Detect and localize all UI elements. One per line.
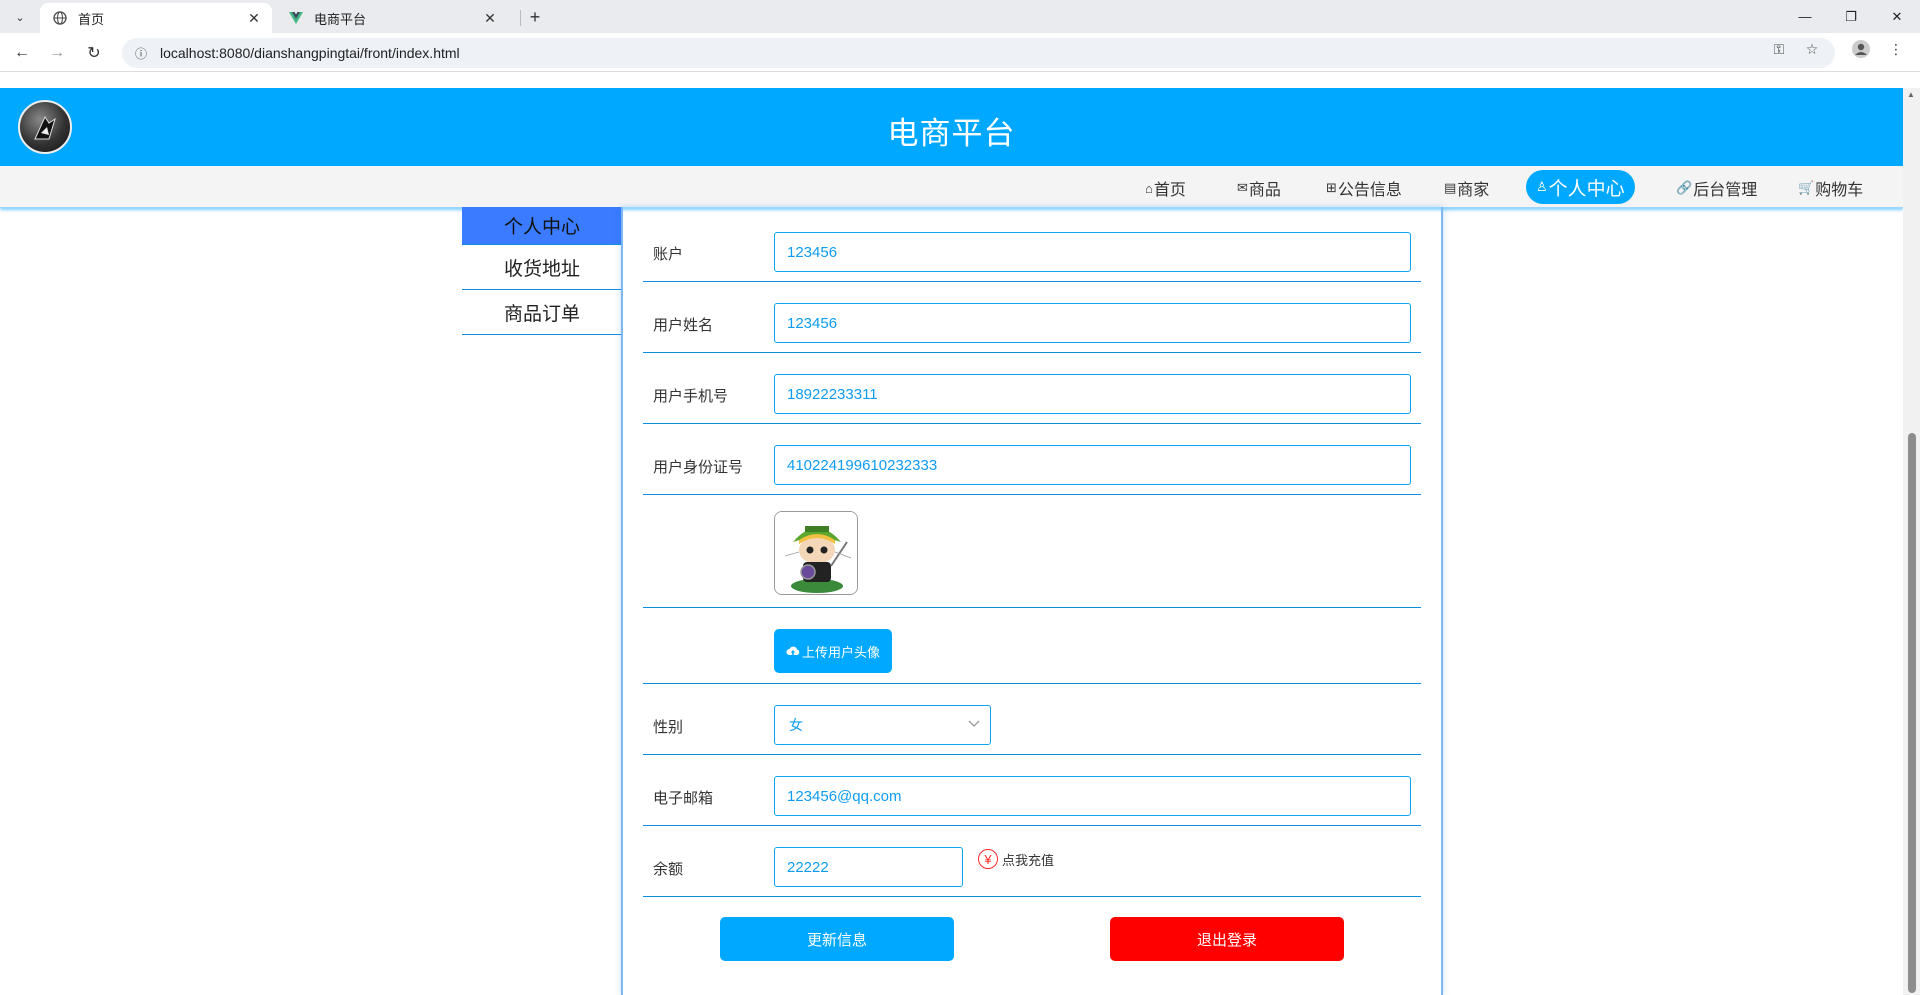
scroll-up-arrow-icon[interactable]: ▲ bbox=[1907, 90, 1915, 99]
balance-input[interactable]: 22222 bbox=[774, 847, 963, 887]
url-text: localhost:8080/dianshangpingtai/front/in… bbox=[160, 45, 460, 61]
vue-icon bbox=[288, 10, 304, 26]
nav-label: 购物车 bbox=[1815, 182, 1864, 199]
form-row-id-card: 用户身份证号 410224199610232333 bbox=[643, 424, 1421, 495]
sidebar-item-orders[interactable]: 商品订单 bbox=[462, 290, 622, 335]
calendar-icon: ▤ bbox=[1444, 180, 1457, 195]
site-info-icon[interactable]: ⓘ bbox=[126, 45, 156, 62]
nav-label: 公告信息 bbox=[1337, 182, 1402, 199]
account-input[interactable]: 123456 bbox=[774, 232, 1411, 272]
tab-list-chevron-icon[interactable]: ⌄ bbox=[8, 6, 32, 28]
nav-notices[interactable]: ⊞ 公告信息 bbox=[1326, 173, 1402, 203]
browser-tab-bar: ⌄ 首页 ✕ 电商平台 ✕ + — ❐ ✕ bbox=[0, 0, 1920, 33]
site-header: 电商平台 bbox=[0, 88, 1903, 166]
user-avatar[interactable] bbox=[774, 511, 858, 595]
recharge-link[interactable]: ¥ 点我充值 bbox=[978, 849, 1054, 869]
minimize-icon[interactable]: — bbox=[1782, 0, 1828, 33]
phone-label: 用户手机号 bbox=[653, 388, 729, 405]
forward-arrow-icon[interactable]: → bbox=[45, 41, 69, 65]
nav-personal-center[interactable]: ♙ 个人中心 bbox=[1526, 170, 1635, 204]
form-row-upload: 上传用户头像 bbox=[643, 608, 1421, 684]
home-icon: ⌂ bbox=[1145, 180, 1153, 196]
page-scrollbar[interactable]: ▲ bbox=[1903, 88, 1920, 995]
tab-title: 电商平台 bbox=[314, 11, 367, 27]
yen-icon: ¥ bbox=[978, 849, 998, 869]
email-input[interactable]: 123456@qq.com bbox=[774, 776, 1411, 816]
tab-separator bbox=[520, 10, 521, 26]
name-input[interactable]: 123456 bbox=[774, 303, 1411, 343]
email-label: 电子邮箱 bbox=[653, 790, 714, 807]
upload-label: 上传用户头像 bbox=[801, 644, 880, 660]
form-row-gender: 性别 女 bbox=[643, 684, 1421, 755]
profile-icon[interactable] bbox=[1851, 39, 1871, 59]
scroll-thumb[interactable] bbox=[1908, 433, 1916, 993]
cloud-upload-icon bbox=[786, 645, 800, 657]
nav-label: 个人中心 bbox=[1548, 178, 1625, 200]
nav-label: 首页 bbox=[1153, 182, 1186, 199]
logout-button[interactable]: 退出登录 bbox=[1110, 917, 1344, 961]
id-card-label: 用户身份证号 bbox=[653, 459, 744, 476]
cart-icon: 🛒 bbox=[1798, 180, 1815, 195]
nav-admin[interactable]: 🔗 后台管理 bbox=[1676, 173, 1757, 203]
main-nav: ⌂ 首页 ✉ 商品 ⊞ 公告信息 ▤ 商家 ♙ 个人中心 🔗 后台管理 🛒 购物车 bbox=[0, 166, 1903, 208]
id-card-input[interactable]: 410224199610232333 bbox=[774, 445, 1411, 485]
form-row-name: 用户姓名 123456 bbox=[643, 282, 1421, 353]
key-icon[interactable]: ⚿ bbox=[1769, 39, 1789, 59]
reload-icon[interactable]: ↻ bbox=[82, 41, 106, 65]
chevron-down-icon bbox=[968, 717, 980, 731]
update-info-button[interactable]: 更新信息 bbox=[720, 917, 954, 961]
form-row-phone: 用户手机号 18922233311 bbox=[643, 353, 1421, 424]
upload-avatar-button[interactable]: 上传用户头像 bbox=[774, 629, 892, 673]
nav-products[interactable]: ✉ 商品 bbox=[1237, 173, 1281, 203]
new-tab-plus-icon[interactable]: + bbox=[524, 6, 546, 28]
form-row-account: 账户 123456 bbox=[643, 207, 1421, 282]
account-label: 账户 bbox=[653, 246, 684, 263]
phone-input[interactable]: 18922233311 bbox=[774, 374, 1411, 414]
sidebar: 个人中心 收货地址 商品订单 bbox=[462, 207, 622, 335]
balance-label: 余额 bbox=[653, 861, 684, 878]
gender-select[interactable]: 女 bbox=[774, 705, 991, 745]
close-icon[interactable]: ✕ bbox=[480, 8, 500, 28]
profile-panel: 账户 123456 用户姓名 123456 用户手机号 18922233311 … bbox=[621, 207, 1443, 995]
gender-value: 女 bbox=[789, 717, 803, 733]
browser-tab-shop[interactable]: 电商平台 ✕ bbox=[276, 3, 508, 33]
link-icon: 🔗 bbox=[1676, 180, 1693, 195]
gift-icon: ⊞ bbox=[1326, 180, 1337, 195]
star-icon[interactable]: ☆ bbox=[1802, 39, 1822, 59]
window-close-icon[interactable]: ✕ bbox=[1874, 0, 1920, 33]
name-label: 用户姓名 bbox=[653, 317, 714, 334]
browser-toolbar: ← → ↻ ⓘ localhost:8080/dianshangpingtai/… bbox=[0, 33, 1920, 72]
mail-icon: ✉ bbox=[1237, 180, 1248, 195]
user-icon: ♙ bbox=[1536, 179, 1548, 194]
back-arrow-icon[interactable]: ← bbox=[10, 41, 34, 65]
browser-tab-home[interactable]: 首页 ✕ bbox=[40, 3, 272, 33]
nav-label: 商品 bbox=[1248, 182, 1281, 199]
nav-label: 后台管理 bbox=[1693, 182, 1758, 199]
tab-title: 首页 bbox=[78, 11, 105, 27]
nav-cart[interactable]: 🛒 购物车 bbox=[1798, 173, 1863, 203]
nav-label: 商家 bbox=[1457, 182, 1490, 199]
nav-merchants[interactable]: ▤ 商家 bbox=[1444, 173, 1489, 203]
restore-icon[interactable]: ❐ bbox=[1828, 0, 1874, 33]
gender-label: 性别 bbox=[653, 719, 684, 736]
sidebar-item-addresses[interactable]: 收货地址 bbox=[462, 245, 622, 290]
form-row-avatar bbox=[643, 495, 1421, 608]
form-row-email: 电子邮箱 123456@qq.com bbox=[643, 755, 1421, 826]
form-row-balance: 余额 22222 ¥ 点我充值 bbox=[643, 826, 1421, 897]
sidebar-item-personal-center[interactable]: 个人中心 bbox=[462, 207, 622, 245]
recharge-label: 点我充值 bbox=[1002, 852, 1055, 868]
menu-dots-icon[interactable]: ⋮ bbox=[1886, 39, 1906, 59]
site-title: 电商平台 bbox=[887, 116, 1016, 151]
close-icon[interactable]: ✕ bbox=[244, 8, 264, 28]
address-bar[interactable]: ⓘ localhost:8080/dianshangpingtai/front/… bbox=[122, 38, 1835, 68]
nav-home[interactable]: ⌂ 首页 bbox=[1145, 173, 1186, 203]
globe-icon bbox=[52, 10, 68, 26]
